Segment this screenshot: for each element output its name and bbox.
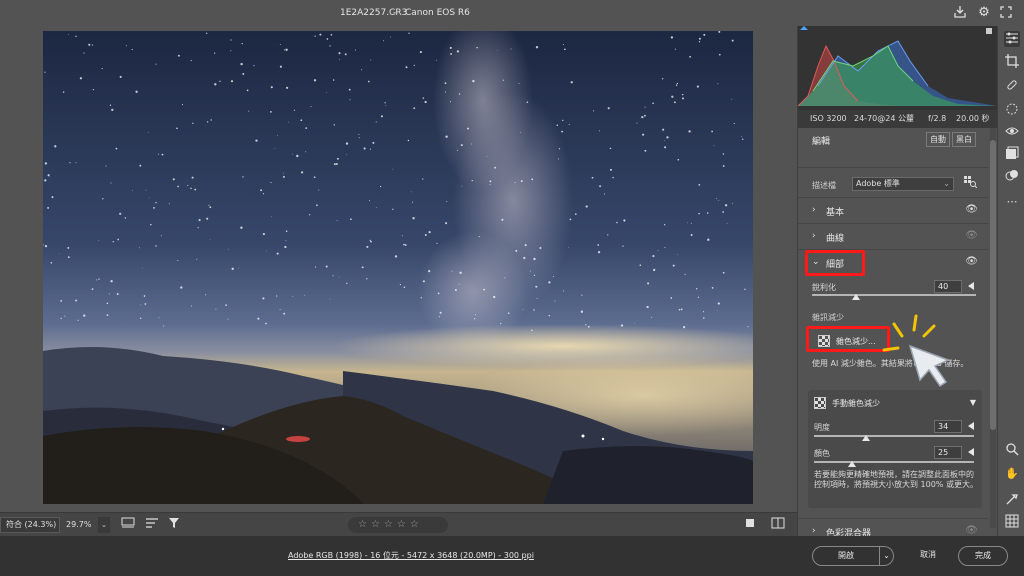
more-icon[interactable]: ⋯: [1004, 194, 1020, 210]
lens-value: 24-70@24 公釐: [854, 114, 914, 123]
exif-info: ISO 3200 24-70@24 公釐 f/2.8 20.00 秒: [798, 110, 997, 128]
bw-button[interactable]: 黑白: [952, 132, 976, 147]
snapshots-icon[interactable]: [1004, 146, 1020, 162]
crop-icon[interactable]: [1004, 54, 1020, 70]
tool-strip: ⋯ ✋: [997, 26, 1024, 536]
scrollbar-thumb[interactable]: [990, 140, 996, 430]
section-color-mixer[interactable]: › 色彩混合器 👁: [798, 518, 988, 536]
eye-icon[interactable]: 👁: [965, 230, 978, 241]
section-curve-label: 曲線: [826, 234, 845, 244]
color-slider[interactable]: [814, 461, 974, 463]
gear-icon[interactable]: ⚙: [976, 5, 992, 21]
cancel-button[interactable]: 取消: [910, 546, 946, 566]
profile-browser-icon[interactable]: [964, 176, 978, 190]
noise-reduction-label: 雜訊減少: [812, 313, 844, 322]
photo-preview[interactable]: [43, 31, 753, 504]
edit-sliders-icon[interactable]: [1004, 31, 1020, 47]
status-bar: Adobe RGB (1998) - 16 位元 - 5472 x 3648 (…: [0, 536, 1024, 576]
auto-button[interactable]: 自動: [926, 132, 950, 147]
collapse-icon[interactable]: ▼: [970, 398, 976, 407]
filter-icon[interactable]: [166, 517, 182, 533]
manual-denoise-icon: [814, 397, 826, 409]
open-button[interactable]: 開啟: [812, 546, 880, 566]
fit-zoom-button[interactable]: 符合 (24.3%): [0, 517, 60, 533]
section-basic[interactable]: › 基本 👁: [798, 198, 988, 224]
mask-icon[interactable]: [1004, 102, 1020, 118]
preview-hint: 若要能夠更精確地預視，請在調整此面板中的控制項時，將預視大小放大到 100% 或…: [814, 470, 978, 489]
edit-header: 編輯 自動 黑白: [798, 128, 988, 168]
luminance-reset-icon[interactable]: [968, 422, 974, 430]
fullscreen-icon[interactable]: [998, 5, 1014, 21]
image-canvas[interactable]: [0, 26, 797, 512]
sharpen-reset-icon[interactable]: [968, 282, 974, 290]
section-basic-label: 基本: [826, 208, 845, 218]
manual-noise-reduction: 手動雜色減少 ▼ 明度 34 顏色 25 若要能夠更精確地預視，請在調整此面板中…: [808, 390, 982, 508]
profile-select[interactable]: Adobe 標準 ⌄: [852, 177, 954, 191]
denoise-highlight-box: [806, 326, 890, 352]
single-view-icon[interactable]: [742, 517, 758, 533]
luminance-slider[interactable]: [814, 435, 974, 437]
zoom-level[interactable]: 29.7%: [62, 517, 98, 533]
file-name: 1E2A2257.CR3: [340, 8, 408, 18]
zoom-dropdown[interactable]: ⌄: [98, 517, 110, 533]
redeye-icon[interactable]: [1004, 124, 1020, 140]
luminance-label: 明度: [814, 423, 830, 432]
camera-name: Canon EOS R6: [405, 8, 470, 18]
healing-icon[interactable]: [1004, 78, 1020, 94]
shutter-value: 20.00 秒: [956, 114, 990, 123]
edit-title: 編輯: [812, 137, 831, 147]
filmstrip-icon[interactable]: [120, 517, 136, 533]
section-color-mixer-label: 色彩混合器: [826, 529, 872, 536]
before-after-icon[interactable]: [770, 517, 786, 533]
eye-icon[interactable]: 👁: [965, 256, 978, 267]
profile-label: 描述檔: [812, 181, 836, 190]
panel-scrollbar[interactable]: [990, 128, 996, 528]
save-icon[interactable]: [952, 5, 968, 21]
color-value[interactable]: 25: [934, 446, 962, 459]
title-bar: 1E2A2257.CR3 - Canon EOS R6 ⚙: [0, 0, 1024, 26]
sharpen-thumb[interactable]: [852, 294, 860, 300]
manual-title: 手動雜色減少: [832, 399, 880, 408]
profile-row: 描述檔 Adobe 標準 ⌄: [798, 168, 988, 198]
sharpen-value[interactable]: 40: [934, 280, 962, 293]
chevron-down-icon: ⌄: [943, 179, 950, 188]
color-thumb[interactable]: [848, 461, 856, 467]
sharpen-slider[interactable]: [812, 294, 976, 296]
color-reset-icon[interactable]: [968, 448, 974, 456]
profile-value: Adobe 標準: [856, 179, 900, 188]
iso-value: ISO 3200: [810, 114, 847, 123]
workflow-options-link[interactable]: Adobe RGB (1998) - 16 位元 - 5472 x 3648 (…: [288, 550, 534, 561]
chevron-right-icon: ›: [812, 205, 816, 215]
luminance-thumb[interactable]: [862, 435, 870, 441]
open-dropdown-button[interactable]: ⌄: [880, 546, 894, 566]
chevron-right-icon: ›: [812, 231, 816, 241]
aperture-value: f/2.8: [928, 114, 947, 123]
grid-overlay-icon[interactable]: [1004, 514, 1020, 530]
bottom-toolbar: 符合 (24.3%) 29.7% ⌄ ☆☆☆☆☆: [0, 512, 797, 536]
presets-icon[interactable]: [1004, 168, 1020, 184]
section-curve[interactable]: › 曲線 👁: [798, 224, 988, 250]
histogram: [798, 26, 997, 110]
sort-icon[interactable]: [144, 517, 160, 533]
detail-highlight-box: [805, 250, 865, 276]
eye-icon[interactable]: 👁: [965, 525, 978, 536]
star-rating[interactable]: ☆☆☆☆☆: [348, 517, 448, 533]
zoom-tool-icon[interactable]: [1004, 442, 1020, 458]
eye-icon[interactable]: 👁: [965, 204, 978, 215]
luminance-value[interactable]: 34: [934, 420, 962, 433]
eyedropper-icon[interactable]: [1004, 492, 1020, 508]
chevron-right-icon: ›: [812, 526, 816, 536]
hand-tool-icon[interactable]: ✋: [1004, 466, 1020, 482]
pointer-cursor-icon: [882, 314, 950, 388]
sharpen-label: 銳利化: [812, 283, 836, 292]
title-separator: -: [393, 8, 397, 18]
done-button[interactable]: 完成: [958, 546, 1008, 566]
color-label: 顏色: [814, 449, 830, 458]
edit-panel: ISO 3200 24-70@24 公釐 f/2.8 20.00 秒 編輯 自動…: [797, 26, 997, 536]
